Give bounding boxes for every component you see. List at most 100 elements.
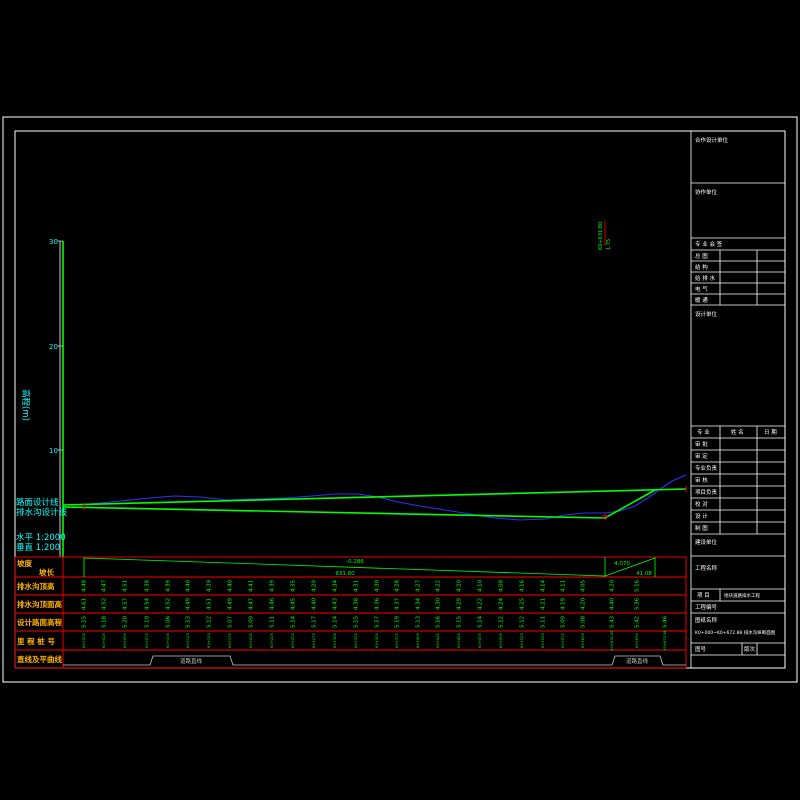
road-elevation-value: 5.19 xyxy=(395,615,401,628)
ditch-top-surface-value: 4.54 xyxy=(145,597,151,610)
cooperating-designer-label: 合作设计单位 xyxy=(695,136,729,144)
row-label-station: 里 程 桩 号 xyxy=(17,636,55,646)
slope-length: 631.80 xyxy=(335,571,355,577)
road-elevation-value: 5.18 xyxy=(102,615,108,628)
station-value: K0+250 xyxy=(291,632,295,648)
signature-role: 项目负责 xyxy=(695,488,718,496)
ditch-top-value: 4.51 xyxy=(123,580,129,592)
axis-tick-label: 30 xyxy=(49,238,58,246)
ditch-top-value: 4.27 xyxy=(416,580,422,592)
row-label-alignment: 直线及平曲线 xyxy=(17,654,62,664)
alignment-segment: 道路直线 xyxy=(626,657,649,665)
ditch-top-surface-value: 4.22 xyxy=(478,598,484,610)
drawing-title: K0+000~K0+672.88 排水沟纵断面图 xyxy=(695,629,776,636)
project-number-label: 工程编号 xyxy=(695,603,718,611)
countersign-discipline: 总 图 xyxy=(695,252,708,260)
station-value: K0+525 xyxy=(520,632,524,648)
ditch-top-surface-value: 4.43 xyxy=(333,598,339,610)
drawing-title-label: 图纸名称 xyxy=(695,616,718,624)
road-elevation-value: 5.12 xyxy=(207,616,213,628)
station-value: K0+025 xyxy=(102,632,106,648)
ditch-top-value: 4.48 xyxy=(82,579,88,592)
client-label: 建设单位 xyxy=(695,538,718,546)
road-elevation-value: 5.12 xyxy=(499,616,505,628)
legend-road-design-line: 路面设计线 xyxy=(16,497,59,508)
ditch-top-value: 4.39 xyxy=(270,579,276,592)
signature-role: 审 定 xyxy=(695,452,708,460)
station-value: K0+300 xyxy=(333,632,337,648)
station-value: K0+631.80 xyxy=(610,629,614,650)
station-value: K0+000 xyxy=(82,632,86,648)
station-value: K0+325 xyxy=(354,632,358,648)
ditch-top-value: 4.30 xyxy=(375,579,381,592)
horizontal-scale: 水平 1:2000 xyxy=(16,532,66,543)
design-unit-label: 设计单位 xyxy=(695,310,718,318)
road-elevation-value: 5.15 xyxy=(354,616,360,628)
ditch-top-value: 4.20 xyxy=(457,579,463,592)
signature-role: 制 图 xyxy=(695,524,708,532)
station-value: K0+425 xyxy=(436,632,440,648)
ditch-top-value: 4.05 xyxy=(581,580,587,592)
road-elevation-value: 5.06 xyxy=(166,615,172,628)
road-elevation-value: 5.17 xyxy=(312,616,318,628)
road-elevation-value: 5.15 xyxy=(82,616,88,628)
ditch-top-value: 4.11 xyxy=(561,580,567,592)
collaborating-unit-label: 协作单位 xyxy=(695,188,718,196)
axis-tick-label: 20 xyxy=(49,343,58,351)
title-block: 合作设计单位 协作单位 专 业 会 签 总 图 结 构 给 排 水 电 气 暖 … xyxy=(690,131,785,668)
ditch-top-surface-value: 4.25 xyxy=(520,598,526,610)
station-value: K0+125 xyxy=(186,632,190,648)
road-elevation-value: 5.13 xyxy=(416,616,422,628)
station-value: K0+150 xyxy=(207,632,211,648)
profile-table: 坡度 坡长 排水沟顶高 排水沟顶面高 设计路面高程 里 程 桩 号 直线及平曲线… xyxy=(14,556,687,669)
drawing-canvas: 30 20 10 高程(m) K0+631.80 1.75 路面设计线 排水沟设… xyxy=(2,116,798,683)
revision-label: 版次 xyxy=(744,645,756,653)
ditch-top-surface-value: 4.49 xyxy=(186,597,192,610)
ditch-top-value: 4.34 xyxy=(333,579,339,592)
ditch-top-value: 4.20 xyxy=(610,579,616,592)
road-elevation-value: 5.17 xyxy=(375,616,381,628)
signature-header: 日 期 xyxy=(764,429,777,436)
ditch-top-surface-value: 4.38 xyxy=(354,597,360,610)
station-value: K0+200 xyxy=(249,632,253,648)
countersign-discipline: 结 构 xyxy=(695,263,708,271)
signature-role: 专业负责 xyxy=(695,464,718,472)
station-value: K0+175 xyxy=(228,632,232,648)
road-elevation-value: 5.12 xyxy=(520,616,526,628)
ditch-top-value: 4.40 xyxy=(186,579,192,592)
ditch-top-value: 4.38 xyxy=(145,579,151,592)
station-value: K0+475 xyxy=(478,632,482,648)
ditch-top-value: 4.16 xyxy=(520,579,526,592)
station-value: K0+050 xyxy=(123,632,127,648)
slope-length: 41.08 xyxy=(636,571,652,577)
alignment-segment: 道路直线 xyxy=(180,657,203,665)
ditch-top-surface-value: 4.24 xyxy=(499,597,505,610)
grade-change-station: K0+631.80 xyxy=(598,222,604,250)
countersign-discipline: 电 气 xyxy=(695,285,708,293)
row-label-ditch-top: 排水沟顶高 xyxy=(17,581,55,591)
road-elevation-value: 5.16 xyxy=(436,615,442,628)
station-value: K0+672.88 xyxy=(663,629,667,650)
station-value: K0+400 xyxy=(416,632,420,648)
ditch-top-value: 4.08 xyxy=(499,579,505,592)
ditch-top-surface-value: 4.37 xyxy=(395,598,401,610)
elevation-axis-label: 高程(m) xyxy=(20,389,31,421)
signature-role: 审 批 xyxy=(695,440,708,448)
ditch-top-value: 4.31 xyxy=(354,580,360,592)
project-label: 项 目 xyxy=(697,592,710,599)
axis-tick-label: 10 xyxy=(49,447,58,455)
ditch-top-value: 4.14 xyxy=(541,579,547,592)
countersign-discipline: 给 排 水 xyxy=(695,274,715,282)
ditch-top-surface-value: 4.52 xyxy=(166,598,172,610)
drawing-number-label: 图号 xyxy=(695,645,707,653)
ditch-top-surface-value: 4.57 xyxy=(123,598,129,610)
road-elevation-value: 5.07 xyxy=(228,616,234,628)
station-value: K0+350 xyxy=(375,632,379,648)
road-elevation-value: 5.15 xyxy=(457,616,463,628)
ditch-top-value: 4.35 xyxy=(291,580,297,592)
road-elevation-value: 5.14 xyxy=(291,615,297,628)
station-value: K0+375 xyxy=(395,632,399,648)
ditch-top-value: 4.29 xyxy=(312,579,318,592)
station-value: K0+550 xyxy=(541,632,545,648)
road-elevation-value: 5.08 xyxy=(581,615,587,628)
